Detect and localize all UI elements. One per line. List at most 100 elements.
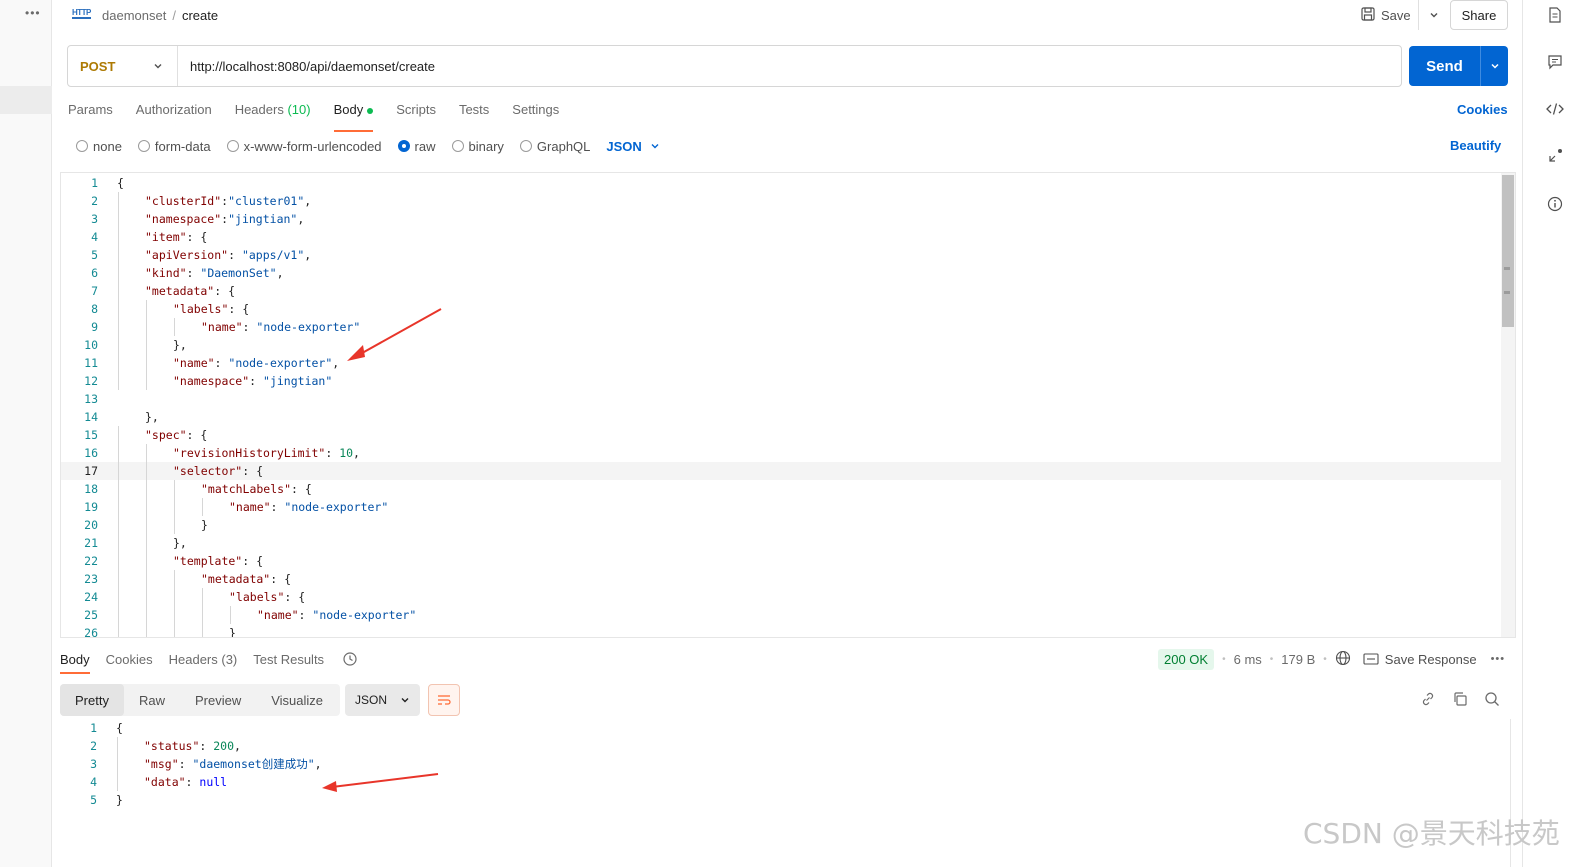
code-line[interactable]: 1{ — [61, 174, 1501, 192]
tab-scripts[interactable]: Scripts — [396, 100, 436, 126]
search-icon[interactable] — [1482, 689, 1502, 709]
response-tab-cookies[interactable]: Cookies — [106, 652, 153, 667]
code-line[interactable]: 1{ — [60, 719, 1500, 737]
code-line[interactable]: 6 "kind": "DaemonSet", — [61, 264, 1501, 282]
code-line[interactable]: 16 "revisionHistoryLimit": 10, — [61, 444, 1501, 462]
code-line[interactable]: 26} — [61, 624, 1501, 637]
request-body-editor[interactable]: 26} 25 "name": "node-exporter" 24 "labels": … — [60, 172, 1516, 638]
method-select[interactable]: POST — [68, 46, 178, 86]
more-icon[interactable]: ••• — [1491, 653, 1506, 665]
history-icon[interactable] — [342, 651, 358, 667]
code-line[interactable]: 13 — [61, 390, 1501, 408]
status-badge[interactable]: 200 OK — [1158, 648, 1215, 670]
view-raw[interactable]: Raw — [124, 684, 180, 716]
code-line[interactable]: 5 "apiVersion": "apps/v1", — [61, 246, 1501, 264]
tab-authorization[interactable]: Authorization — [136, 100, 212, 126]
globe-icon[interactable] — [1335, 650, 1351, 669]
code-line[interactable]: 17 "selector": { — [61, 462, 1501, 480]
code-line[interactable]: 4 "item": { — [61, 228, 1501, 246]
save-button[interactable]: Save — [1361, 4, 1411, 26]
response-format-select[interactable]: JSON — [345, 684, 420, 716]
json-punctuation: }, — [173, 536, 187, 550]
code-line[interactable]: 15 "spec": { — [61, 426, 1501, 444]
code-line[interactable]: 24 "labels": { — [61, 588, 1501, 606]
code-line[interactable]: 3 "namespace":"jingtian", — [61, 210, 1501, 228]
view-visualize[interactable]: Visualize — [256, 684, 338, 716]
sparkle-icon[interactable] — [1545, 146, 1565, 166]
response-size[interactable]: 179 B — [1281, 652, 1315, 667]
left-rail-selected-item[interactable] — [0, 86, 52, 114]
editor-scrollbar-thumb[interactable] — [1502, 175, 1514, 327]
radio-raw[interactable] — [397, 140, 410, 152]
radio-graphql[interactable] — [519, 140, 532, 152]
tab-body[interactable]: Body — [333, 100, 374, 132]
code-line[interactable]: 7 "metadata": { — [61, 282, 1501, 300]
wrap-lines-button[interactable] — [428, 684, 460, 716]
code-line[interactable]: 18 "matchLabels": { — [61, 480, 1501, 498]
radio-urlencoded[interactable] — [226, 140, 239, 152]
comment-icon[interactable] — [1545, 52, 1565, 72]
code-line[interactable]: 14}, — [61, 408, 1501, 426]
code-line[interactable]: 20} — [61, 516, 1501, 534]
code-line[interactable]: 8 "labels": { — [61, 300, 1501, 318]
cookies-link[interactable]: Cookies — [1457, 102, 1508, 117]
share-button[interactable]: Share — [1450, 0, 1508, 30]
code-line[interactable]: 22 "template": { — [61, 552, 1501, 570]
breadcrumb-current[interactable]: create — [182, 8, 218, 23]
code-line[interactable]: 4 "data": null — [60, 773, 1500, 791]
body-type-binary[interactable]: binary — [451, 139, 504, 154]
body-type-graphql[interactable]: GraphQL — [519, 139, 590, 154]
code-line[interactable]: 5} — [60, 791, 1500, 809]
code-line[interactable]: 19 "name": "node-exporter" — [61, 498, 1501, 516]
view-pretty[interactable]: Pretty — [60, 684, 124, 716]
radio-none[interactable] — [76, 140, 88, 152]
save-label: Save — [1381, 7, 1411, 23]
code-line[interactable]: 21}, — [61, 534, 1501, 552]
code-line[interactable]: 2 "clusterId":"cluster01", — [61, 192, 1501, 210]
response-tab-body[interactable]: Body — [60, 652, 90, 674]
tab-tests[interactable]: Tests — [459, 100, 489, 126]
code-line[interactable]: 9 "name": "node-exporter" — [61, 318, 1501, 336]
response-tab-headers[interactable]: Headers (3) — [169, 652, 238, 667]
code-line[interactable]: 10}, — [61, 336, 1501, 354]
view-preview[interactable]: Preview — [180, 684, 256, 716]
body-format-select[interactable]: JSON — [606, 139, 659, 154]
response-tab-test-results[interactable]: Test Results — [253, 652, 324, 667]
code-line[interactable]: 2 "status": 200, — [60, 737, 1500, 755]
code-line[interactable]: 3 "msg": "daemonset创建成功", — [60, 755, 1500, 773]
response-body-viewer[interactable]: 5} 4 "data": null 3 "msg": "daemonset创建成功", 2… — [60, 719, 1516, 867]
radio-binary[interactable] — [451, 140, 464, 152]
body-type-form-data[interactable]: form-data — [137, 139, 211, 154]
code-icon[interactable] — [1545, 99, 1565, 119]
tab-params[interactable]: Params — [68, 100, 113, 126]
info-icon[interactable] — [1545, 194, 1565, 214]
breadcrumb-parent[interactable]: daemonset — [102, 8, 166, 23]
body-type-raw[interactable]: raw — [397, 139, 436, 154]
json-key: "msg" — [144, 757, 179, 771]
response-time[interactable]: 6 ms — [1234, 652, 1262, 667]
code-line[interactable]: 12 "namespace": "jingtian" — [61, 372, 1501, 390]
indent-guide — [146, 372, 147, 390]
url-input[interactable] — [178, 46, 1401, 86]
document-icon[interactable] — [1545, 5, 1565, 25]
radio-form-data[interactable] — [137, 140, 150, 152]
link-icon[interactable] — [1418, 689, 1438, 709]
tab-settings[interactable]: Settings — [512, 100, 559, 126]
body-type-none[interactable]: none — [76, 139, 122, 154]
code-line[interactable]: 25 "name": "node-exporter" — [61, 606, 1501, 624]
line-number: 17 — [84, 464, 98, 478]
code-line[interactable]: 23 "metadata": { — [61, 570, 1501, 588]
copy-icon[interactable] — [1450, 689, 1470, 709]
indent-guide — [118, 534, 119, 552]
code-line[interactable]: 11 "name": "node-exporter", — [61, 354, 1501, 372]
send-button[interactable]: Send — [1409, 46, 1480, 86]
save-options-button[interactable] — [1418, 0, 1448, 30]
save-response-button[interactable]: Save Response — [1363, 652, 1477, 667]
tab-headers[interactable]: Headers (10) — [235, 100, 311, 126]
more-icon[interactable]: ••• — [25, 6, 41, 20]
json-punctuation: : { — [242, 554, 264, 568]
send-options-button[interactable] — [1480, 46, 1508, 86]
beautify-button[interactable]: Beautify — [1450, 138, 1501, 153]
body-type-urlencoded[interactable]: x-www-form-urlencoded — [226, 139, 382, 154]
indent-guide — [118, 210, 119, 228]
